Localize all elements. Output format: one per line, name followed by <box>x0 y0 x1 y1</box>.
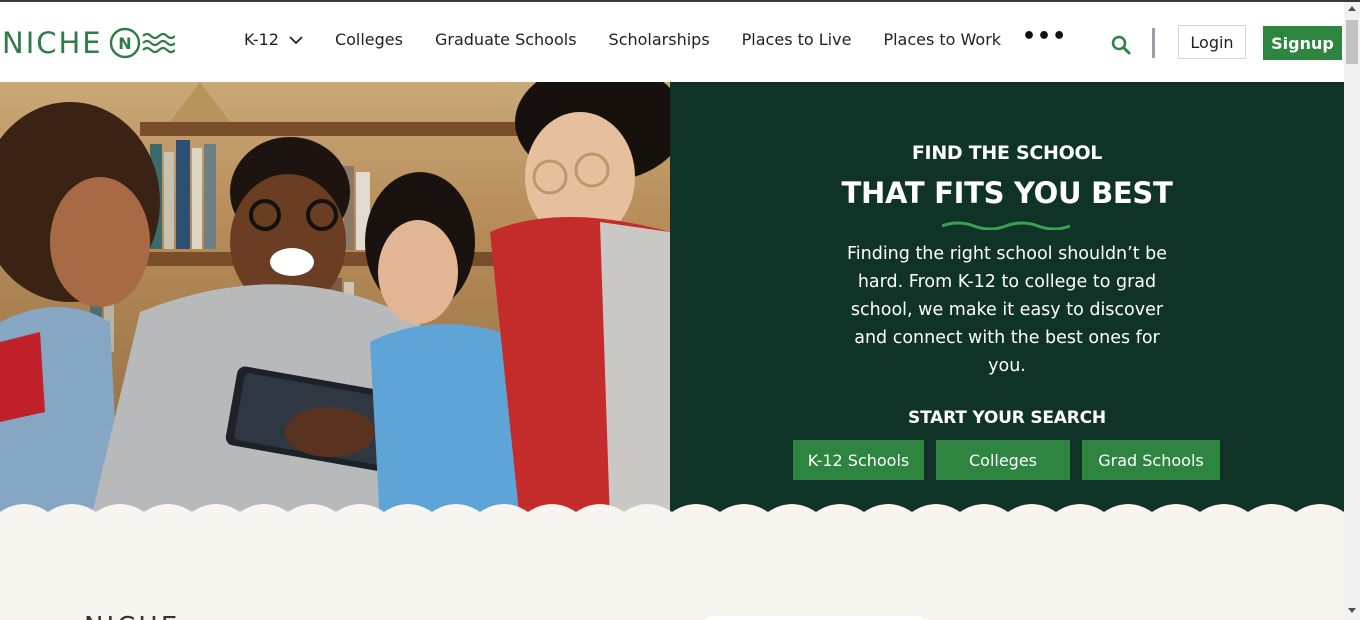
start-search-label: START YOUR SEARCH <box>908 408 1106 428</box>
niche-logo[interactable]: NICHE N <box>2 26 175 60</box>
nav-item-scholarships[interactable]: Scholarships <box>609 30 710 49</box>
hero-eyebrow: FIND THE SCHOOL <box>911 142 1103 164</box>
site-header: NICHE N K-12 Colleges Graduate Schools S… <box>0 2 1344 82</box>
grad-schools-button[interactable]: Grad Schools <box>1082 440 1220 480</box>
nav-item-places-to-work[interactable]: Places to Work <box>883 30 1001 49</box>
scrollbar[interactable] <box>1344 2 1360 620</box>
more-dots-icon[interactable]: ••• <box>1022 24 1067 49</box>
logo-mark-icon: N <box>109 27 175 59</box>
colleges-button[interactable]: Colleges <box>936 440 1070 480</box>
signup-button[interactable]: Signup <box>1263 26 1342 60</box>
nav-item-k12[interactable]: K-12 <box>244 30 303 49</box>
header-divider <box>1152 28 1155 58</box>
svg-text:N: N <box>118 34 131 53</box>
search-icon[interactable] <box>1110 34 1132 56</box>
k12-schools-button[interactable]: K-12 Schools <box>793 440 924 480</box>
nav-item-label: K-12 <box>244 30 279 49</box>
nav-item-places-to-live[interactable]: Places to Live <box>742 30 852 49</box>
lower-logo: NICHE <box>84 612 180 620</box>
login-button[interactable]: Login <box>1178 25 1246 59</box>
squiggle-divider-icon <box>942 221 1070 230</box>
nav-item-graduate-schools[interactable]: Graduate Schools <box>435 30 577 49</box>
lower-search-pill <box>704 616 926 620</box>
lower-section: NICHE <box>0 520 1344 620</box>
scroll-up-arrow-icon[interactable] <box>1348 6 1356 11</box>
main-nav: K-12 Colleges Graduate Schools Scholarsh… <box>244 30 1033 49</box>
hero-headline: THAT FITS YOU BEST <box>841 176 1173 210</box>
scroll-thumb[interactable] <box>1346 20 1358 64</box>
chevron-down-icon <box>289 35 303 44</box>
hero-illustration <box>0 82 670 522</box>
hero-panel: FIND THE SCHOOL THAT FITS YOU BEST Findi… <box>670 82 1344 522</box>
hero-description: Finding the right school shouldn’t be ha… <box>846 244 1168 376</box>
hero-photo-students-with-tablet <box>0 82 670 522</box>
logo-wordmark: NICHE <box>2 26 103 60</box>
scroll-down-arrow-icon[interactable] <box>1348 608 1356 613</box>
nav-item-colleges[interactable]: Colleges <box>335 30 403 49</box>
